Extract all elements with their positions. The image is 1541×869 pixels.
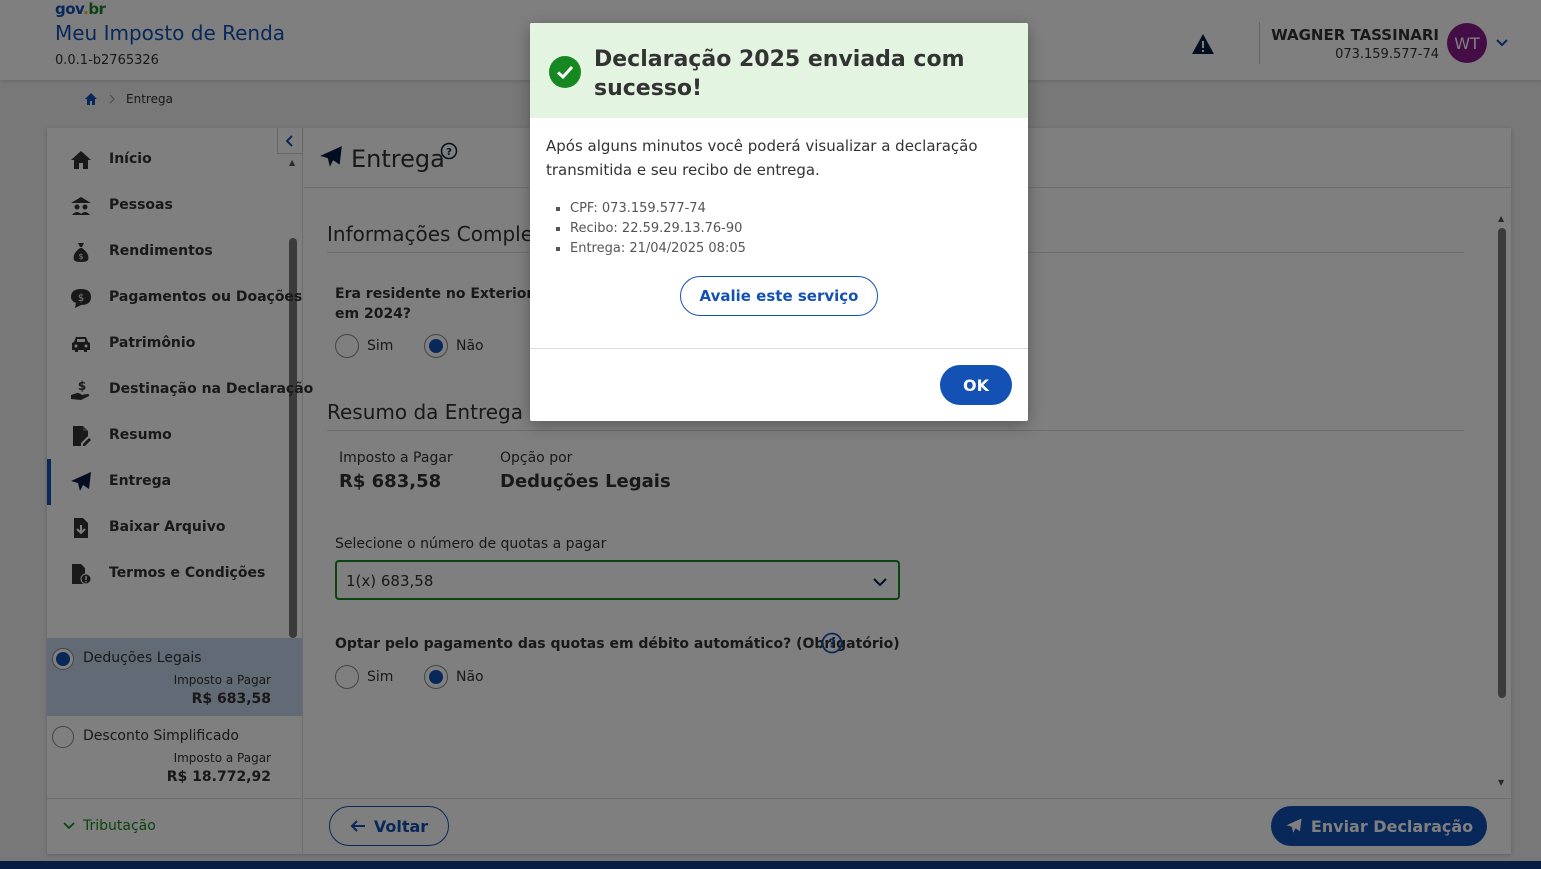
success-modal: Declaração 2025 enviada com sucesso! Apó…	[530, 23, 1028, 421]
avalie-servico-button[interactable]: Avalie este serviço	[680, 276, 878, 316]
modal-header: Declaração 2025 enviada com sucesso!	[530, 23, 1028, 118]
modal-message: Após alguns minutos você poderá visualiz…	[546, 137, 978, 179]
divider	[530, 348, 1028, 349]
detail-entrega: Entrega: 21/04/2025 08:05	[570, 239, 746, 259]
check-circle-icon	[549, 56, 581, 88]
ok-button[interactable]: OK	[940, 365, 1012, 405]
detail-cpf: CPF: 073.159.577-74	[570, 199, 746, 219]
modal-title: Declaração 2025 enviada com sucesso!	[594, 47, 965, 101]
detail-recibo: Recibo: 22.59.29.13.76-90	[570, 219, 746, 239]
bottom-bar	[0, 861, 1541, 869]
modal-details-list: CPF: 073.159.577-74 Recibo: 22.59.29.13.…	[554, 199, 746, 259]
